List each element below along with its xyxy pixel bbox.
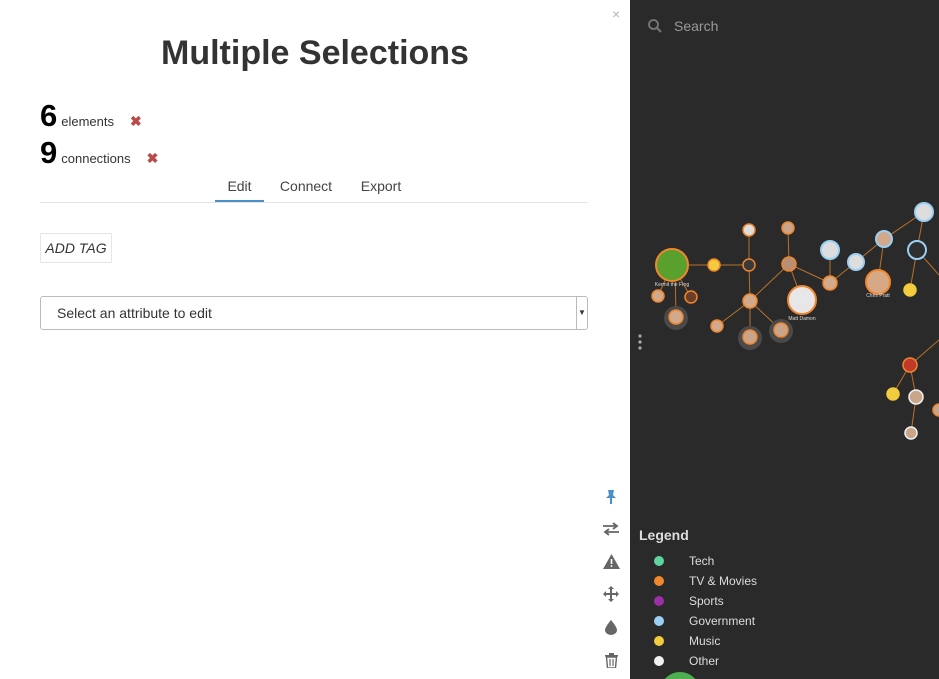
legend-dot: [654, 576, 664, 586]
node: [707, 258, 721, 272]
node: [742, 293, 758, 309]
close-icon[interactable]: ×: [612, 6, 620, 22]
legend-dot: [654, 636, 664, 646]
legend-label: Sports: [689, 594, 724, 608]
legend-label: TV & Movies: [689, 574, 758, 588]
node-kermit: [655, 248, 689, 282]
tab-bar: Edit Connect Export: [40, 178, 588, 203]
legend-dot: [654, 556, 664, 566]
node: [710, 319, 724, 333]
legend-item-music: Music: [654, 634, 720, 648]
node: [875, 230, 893, 248]
legend-dot: [654, 656, 664, 666]
node: [902, 357, 918, 373]
node-label-matt: Matt Damon: [788, 316, 815, 322]
node: [668, 309, 684, 325]
node: [822, 275, 838, 291]
trash-icon[interactable]: [599, 649, 623, 671]
node: [742, 329, 758, 345]
network-graph[interactable]: Kermit the Frog Matt Damon Chris Pratt: [630, 0, 939, 679]
node: [773, 322, 789, 338]
add-tag-button[interactable]: ADD TAG: [40, 233, 112, 263]
network-map[interactable]: Kermit the Frog Matt Damon Chris Pratt L…: [630, 0, 939, 679]
swap-arrows-icon[interactable]: [599, 518, 623, 540]
warning-icon[interactable]: [599, 550, 623, 572]
node: [932, 403, 939, 417]
remove-connections-icon[interactable]: ✖: [147, 150, 159, 167]
legend-label: Other: [689, 654, 720, 668]
legend-label: Tech: [689, 554, 715, 568]
node-matt: [787, 285, 817, 315]
pin-icon[interactable]: [599, 486, 623, 508]
legend-title: Legend: [639, 527, 689, 543]
legend-dot: [654, 616, 664, 626]
legend-label: Government: [689, 614, 756, 628]
page-title: Multiple Selections: [161, 34, 469, 72]
node: [903, 283, 917, 297]
node: [781, 221, 795, 235]
node-label-chris: Chris Pratt: [866, 293, 890, 299]
legend-item-other: Other: [654, 654, 719, 668]
drop-icon[interactable]: [599, 616, 623, 638]
node: [651, 289, 665, 303]
legend-label: Music: [689, 634, 721, 648]
remove-elements-icon[interactable]: ✖: [130, 113, 142, 130]
chevron-down-icon[interactable]: ▼: [576, 297, 587, 329]
node: [781, 256, 797, 272]
legend-item-government: Government: [654, 614, 755, 628]
node: [742, 258, 756, 272]
node-chris: [865, 269, 891, 295]
legend: Legend Tech TV & Movies Sports Governmen…: [639, 527, 757, 668]
node-label-kermit: Kermit the Frog: [655, 282, 690, 288]
node: [907, 240, 927, 260]
node: [886, 387, 900, 401]
node: [914, 202, 934, 222]
elements-count: 6: [40, 98, 58, 133]
elements-stat: 6 elements ✖: [40, 98, 142, 134]
connections-stat: 9 connections ✖: [40, 135, 158, 171]
legend-item-tv-movies: TV & Movies: [654, 574, 757, 588]
move-icon[interactable]: [599, 583, 623, 605]
tab-connect[interactable]: Connect: [274, 178, 338, 201]
attribute-select[interactable]: Select an attribute to edit ▼: [40, 296, 588, 330]
node: [847, 253, 865, 271]
legend-item-sports: Sports: [654, 594, 724, 608]
node: [684, 290, 698, 304]
node: [904, 426, 918, 440]
elements-label: elements: [61, 114, 114, 129]
legend-dot: [654, 596, 664, 606]
connections-label: connections: [61, 151, 131, 166]
tab-export[interactable]: Export: [355, 178, 407, 201]
graph-edges: [657, 211, 939, 434]
node: [820, 240, 840, 260]
node: [908, 389, 924, 405]
attribute-select-value: Select an attribute to edit: [57, 305, 212, 321]
node: [742, 223, 756, 237]
legend-item-tech: Tech: [654, 554, 714, 568]
tab-edit[interactable]: Edit: [215, 178, 264, 202]
drag-handle-icon[interactable]: [638, 334, 642, 350]
connections-count: 9: [40, 135, 58, 170]
selection-panel: × Multiple Selections 6 elements ✖ 9 con…: [0, 0, 630, 679]
